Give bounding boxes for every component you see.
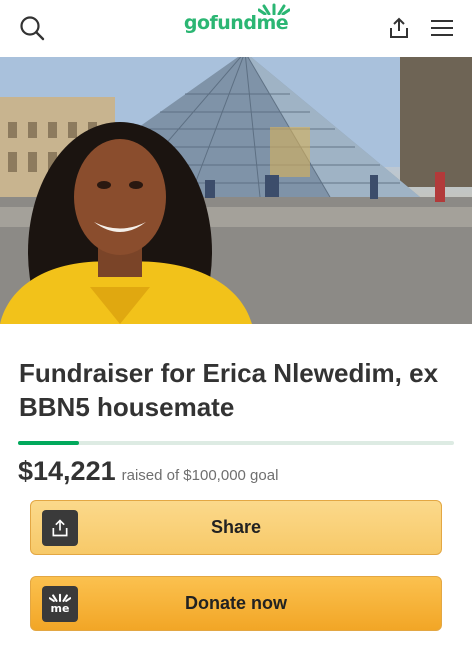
progress-bar — [18, 441, 454, 445]
logo-rays-icon — [258, 3, 291, 15]
donate-button[interactable]: me Donate now — [30, 576, 442, 631]
top-bar: gofund me — [0, 0, 472, 57]
logo-text: gofund — [183, 12, 257, 34]
amount-raised: $14,221 — [18, 456, 116, 486]
campaign-hero-image[interactable] — [0, 57, 472, 324]
donate-icon-text: me — [50, 602, 70, 615]
logo-text-me: me — [256, 12, 289, 34]
campaign-title: Fundraiser for Erica Nlewedim, ex BBN5 h… — [19, 358, 439, 422]
hamburger-menu-icon[interactable] — [424, 10, 460, 46]
share-button[interactable]: Share — [30, 500, 442, 555]
share-button-label: Share — [210, 517, 262, 537]
goal-text: raised of $100,000 goal — [121, 467, 279, 484]
amount-raised-row: $14,221 raised of $100,000 goal — [18, 456, 278, 487]
gofundme-me-icon: me — [42, 585, 78, 622]
donate-button-label: Donate now — [185, 593, 287, 613]
share-icon — [42, 509, 78, 546]
share-upload-icon[interactable] — [381, 10, 417, 46]
progress-bar-fill — [18, 441, 80, 445]
